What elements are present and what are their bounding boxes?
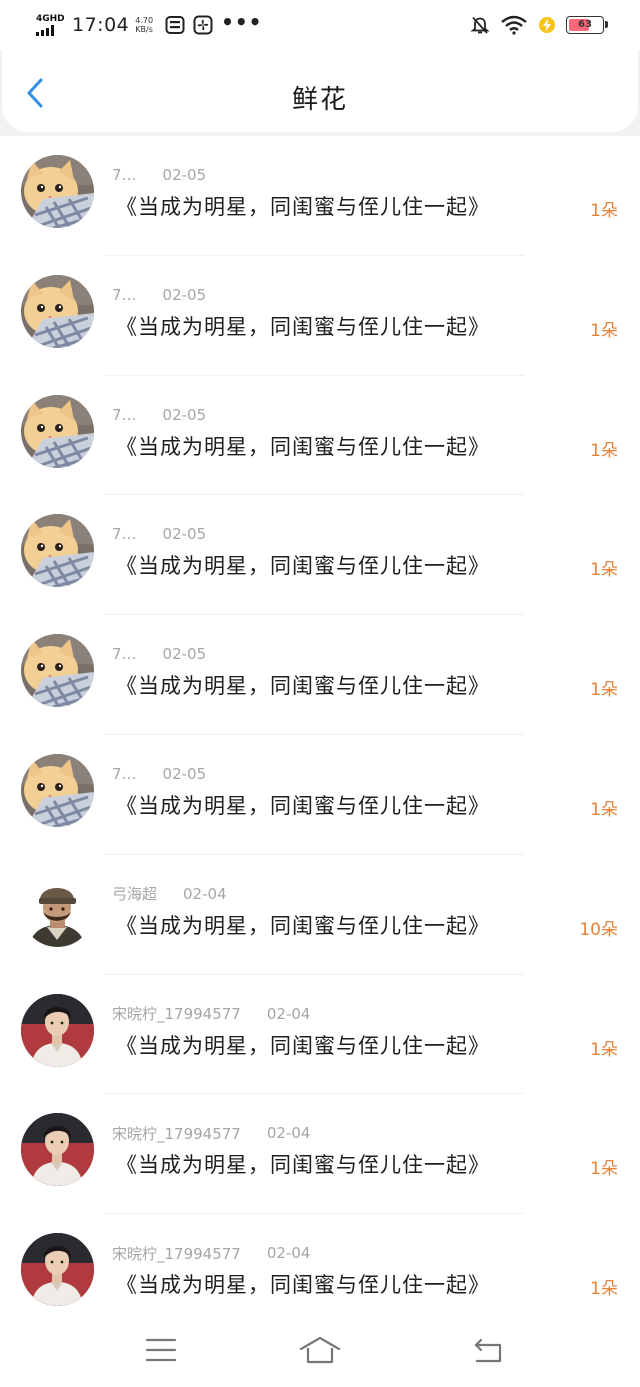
list-item[interactable]: 7… 02-05 《当成为明星，同闺蜜与侄儿住一起》 1朵 bbox=[0, 495, 640, 616]
list-item[interactable]: 7… 02-05 《当成为明星，同闺蜜与侄儿住一起》 1朵 bbox=[0, 376, 640, 496]
list-item[interactable]: 宋晥柠_17994577 02-04 《当成为明星，同闺蜜与侄儿住一起》 1朵 bbox=[0, 975, 640, 1095]
flower-count: 1朵 bbox=[590, 1039, 618, 1060]
speed-unit: KB/s bbox=[135, 25, 153, 34]
status-bar: 4GHD 17:04 4.70 KB/s ••• 63 bbox=[0, 0, 640, 50]
book-title[interactable]: 《当成为明星，同闺蜜与侄儿住一起》 bbox=[116, 910, 490, 940]
entry-meta: 弓海超 02-04 bbox=[112, 883, 227, 905]
entry-meta: 宋晥柠_17994577 02-04 bbox=[112, 1122, 310, 1144]
entry-meta: 宋晥柠_17994577 02-04 bbox=[112, 1003, 310, 1025]
book-title[interactable]: 《当成为明星，同闺蜜与侄儿住一起》 bbox=[116, 311, 490, 341]
flower-count: 10朵 bbox=[579, 919, 618, 940]
flower-count: 1朵 bbox=[590, 799, 618, 820]
status-left: 4GHD 17:04 4.70 KB/s ••• bbox=[36, 11, 262, 39]
avatar[interactable] bbox=[21, 394, 94, 468]
avatar[interactable] bbox=[21, 873, 94, 947]
entry-date: 02-04 bbox=[266, 1124, 311, 1143]
menu-icon bbox=[145, 1338, 177, 1362]
mute-bell-icon bbox=[470, 16, 490, 34]
username[interactable]: 7… bbox=[112, 645, 137, 663]
list-item[interactable]: 宋晥柠_17994577 02-04 《当成为明星，同闺蜜与侄儿住一起》 1朵 bbox=[0, 1094, 640, 1215]
speed-value: 4.70 bbox=[135, 16, 154, 25]
entry-date: 02-04 bbox=[183, 884, 227, 903]
username[interactable]: 弓海超 bbox=[112, 883, 157, 904]
list-item[interactable]: 7… 02-05 《当成为明星，同闺蜜与侄儿住一起》 1朵 bbox=[0, 136, 640, 256]
page-title: 鲜花 bbox=[291, 85, 348, 115]
list-item[interactable]: 弓海超 02-04 《当成为明星，同闺蜜与侄儿住一起》 10朵 bbox=[0, 855, 640, 975]
back-nav-button[interactable] bbox=[470, 1332, 506, 1368]
entry-meta: 7… 02-05 bbox=[112, 763, 206, 785]
book-title[interactable]: 《当成为明星，同闺蜜与侄儿住一起》 bbox=[116, 550, 490, 580]
flower-list[interactable]: 7… 02-05 《当成为明星，同闺蜜与侄儿住一起》 1朵 7… 02-05 《当成为明星… bbox=[0, 136, 640, 1314]
entry-meta: 宋晥柠_17994577 02-04 bbox=[112, 1242, 310, 1264]
entry-meta: 7… 02-05 bbox=[112, 523, 206, 545]
flower-count: 1朵 bbox=[590, 320, 618, 341]
avatar[interactable] bbox=[21, 993, 94, 1067]
fan-icon bbox=[193, 15, 213, 35]
book-title[interactable]: 《当成为明星，同闺蜜与侄儿住一起》 bbox=[116, 191, 490, 221]
entry-date: 02-05 bbox=[162, 525, 207, 544]
signal-icon bbox=[36, 25, 54, 36]
flower-count: 1朵 bbox=[590, 201, 618, 221]
flower-count: 1朵 bbox=[590, 440, 618, 461]
entry-date: 02-05 bbox=[162, 405, 207, 424]
title-bar: 鲜花 bbox=[2, 50, 638, 132]
wifi-icon bbox=[501, 15, 527, 35]
avatar[interactable] bbox=[21, 634, 94, 708]
entry-meta: 7… 02-05 bbox=[112, 164, 206, 186]
username[interactable]: 宋晥柠_17994577 bbox=[112, 1123, 241, 1144]
status-time: 17:04 bbox=[72, 14, 130, 36]
avatar[interactable] bbox=[21, 1233, 94, 1307]
book-title[interactable]: 《当成为明星，同闺蜜与侄儿住一起》 bbox=[116, 790, 490, 820]
entry-date: 02-05 bbox=[162, 285, 207, 304]
entry-date: 02-05 bbox=[162, 645, 207, 664]
username[interactable]: 7… bbox=[112, 166, 137, 184]
home-icon bbox=[299, 1336, 341, 1364]
username[interactable]: 7… bbox=[112, 286, 137, 304]
avatar[interactable] bbox=[21, 1113, 94, 1187]
entry-meta: 7… 02-05 bbox=[112, 643, 206, 665]
username[interactable]: 宋晥柠_17994577 bbox=[112, 1003, 241, 1024]
avatar[interactable] bbox=[21, 274, 94, 348]
username[interactable]: 7… bbox=[112, 406, 137, 424]
entry-date: 02-04 bbox=[266, 1004, 311, 1023]
more-notifications-icon: ••• bbox=[221, 10, 263, 34]
network-indicator: 4GHD bbox=[36, 14, 65, 36]
book-title[interactable]: 《当成为明星，同闺蜜与侄儿住一起》 bbox=[116, 1269, 490, 1299]
entry-date: 02-04 bbox=[266, 1244, 311, 1263]
navigation-bar bbox=[0, 1314, 640, 1387]
avatar[interactable] bbox=[21, 514, 94, 588]
flower-count: 1朵 bbox=[590, 1279, 618, 1300]
book-title[interactable]: 《当成为明星，同闺蜜与侄儿住一起》 bbox=[116, 431, 490, 461]
home-button[interactable] bbox=[298, 1332, 342, 1368]
network-type: 4GHD bbox=[36, 14, 65, 24]
battery-percent: 63 bbox=[578, 19, 592, 30]
entry-date: 02-05 bbox=[162, 166, 207, 184]
status-right: 63 bbox=[470, 12, 608, 38]
entry-date: 02-05 bbox=[162, 764, 207, 783]
sim-card-icon bbox=[165, 16, 185, 34]
flower-count: 1朵 bbox=[590, 560, 618, 581]
flower-count: 1朵 bbox=[590, 1159, 618, 1180]
avatar[interactable] bbox=[21, 155, 94, 228]
entry-meta: 7… 02-05 bbox=[112, 404, 206, 426]
charging-icon bbox=[539, 17, 555, 33]
username[interactable]: 宋晥柠_17994577 bbox=[112, 1243, 241, 1264]
list-item[interactable]: 宋晥柠_17994577 02-04 《当成为明星，同闺蜜与侄儿住一起》 1朵 bbox=[0, 1214, 640, 1314]
username[interactable]: 7… bbox=[112, 525, 137, 543]
username[interactable]: 7… bbox=[112, 765, 137, 783]
battery-icon: 63 bbox=[566, 16, 608, 34]
list-item[interactable]: 7… 02-05 《当成为明星，同闺蜜与侄儿住一起》 1朵 bbox=[0, 735, 640, 855]
list-item[interactable]: 7… 02-05 《当成为明星，同闺蜜与侄儿住一起》 1朵 bbox=[0, 615, 640, 735]
network-speed: 4.70 KB/s bbox=[135, 16, 153, 34]
book-title[interactable]: 《当成为明星，同闺蜜与侄儿住一起》 bbox=[116, 1149, 490, 1179]
back-arrow-icon bbox=[474, 1338, 502, 1363]
book-title[interactable]: 《当成为明星，同闺蜜与侄儿住一起》 bbox=[116, 1030, 490, 1060]
avatar[interactable] bbox=[21, 753, 94, 827]
list-item[interactable]: 7… 02-05 《当成为明星，同闺蜜与侄儿住一起》 1朵 bbox=[0, 256, 640, 376]
menu-button[interactable] bbox=[143, 1332, 179, 1368]
entry-meta: 7… 02-05 bbox=[112, 284, 206, 306]
flower-count: 1朵 bbox=[590, 680, 618, 701]
book-title[interactable]: 《当成为明星，同闺蜜与侄儿住一起》 bbox=[116, 670, 490, 700]
